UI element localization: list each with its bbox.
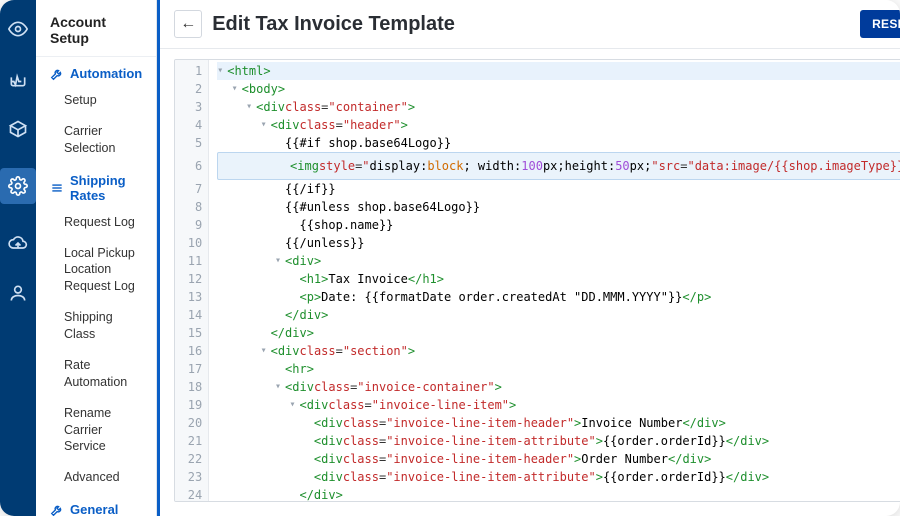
nav-section-general[interactable]: General — [36, 493, 156, 516]
nav-item-local-pickup-location-request-log[interactable]: Local Pickup Location Request Log — [36, 238, 156, 303]
code-line[interactable]: {{shop.name}} — [217, 216, 900, 234]
nav-section-shipping-rates[interactable]: Shipping Rates — [36, 164, 156, 207]
nav-item-shipping-class[interactable]: Shipping Class — [36, 302, 156, 350]
code-line[interactable]: <div class="invoice-line-item-header">In… — [217, 414, 900, 432]
code-line[interactable]: ▾<div class="invoice-container"> — [217, 378, 900, 396]
code-line[interactable]: <div class="invoice-line-item-attribute"… — [217, 468, 900, 486]
code-line[interactable]: </div> — [217, 486, 900, 502]
code-line[interactable]: {{/unless}} — [217, 234, 900, 252]
rail-user-icon[interactable] — [7, 282, 29, 304]
code-line[interactable]: ▾<div> — [217, 252, 900, 270]
page-title: Edit Tax Invoice Template — [212, 13, 850, 36]
topbar: ← Edit Tax Invoice Template RESET DEFAUL… — [160, 0, 900, 49]
nav-item-request-log[interactable]: Request Log — [36, 207, 156, 238]
nav-item-carrier-selection[interactable]: Carrier Selection — [36, 116, 156, 164]
nav-section-label: Automation — [70, 66, 142, 81]
nav-item-advanced[interactable]: Advanced — [36, 462, 156, 493]
icon-rail — [0, 0, 36, 516]
sidebar: Account Setup Automation SetupCarrier Sel… — [36, 0, 157, 516]
code-line[interactable]: {{#if shop.base64Logo}} — [217, 134, 900, 152]
code-line[interactable]: ▾<div class="container"> — [217, 98, 900, 116]
code-line[interactable]: <h1>Tax Invoice</h1> — [217, 270, 900, 288]
code-area[interactable]: ▾<html> ▾<body> ▾<div class="container">… — [209, 60, 900, 501]
code-line[interactable]: ▾<div class="header"> — [217, 116, 900, 134]
rail-cloud-icon[interactable] — [7, 232, 29, 254]
code-line[interactable]: ▾<body> — [217, 80, 900, 98]
code-editor[interactable]: 1234567891011121314151617181920212223242… — [174, 59, 900, 502]
code-line[interactable]: ▾<div class="invoice-line-item"> — [217, 396, 900, 414]
rail-gear-icon[interactable] — [0, 168, 36, 204]
editor-container: 1234567891011121314151617181920212223242… — [160, 49, 900, 516]
action-buttons: RESET DEFAULT PREVIEW SAVE — [860, 10, 900, 38]
app-shell: Account Setup Automation SetupCarrier Sel… — [0, 0, 900, 516]
line-gutter: 1234567891011121314151617181920212223242… — [175, 60, 209, 501]
nav-item-setup[interactable]: Setup — [36, 85, 156, 116]
rail-support-icon[interactable] — [7, 68, 29, 90]
code-line[interactable]: {{#unless shop.base64Logo}} — [217, 198, 900, 216]
code-line[interactable]: {{/if}} — [217, 180, 900, 198]
rail-eye-icon[interactable] — [7, 18, 29, 40]
code-line[interactable]: <hr> — [217, 360, 900, 378]
code-line[interactable]: ▾<div class="section"> — [217, 342, 900, 360]
code-line[interactable]: <div class="invoice-line-item-attribute"… — [217, 432, 900, 450]
code-line[interactable]: <img style="display:block; width:100px;h… — [217, 152, 900, 180]
back-button[interactable]: ← — [174, 10, 202, 38]
sidebar-title: Account Setup — [36, 0, 156, 57]
code-line[interactable]: <p>Date: {{formatDate order.createdAt "D… — [217, 288, 900, 306]
nav-section-label: General — [70, 502, 118, 516]
code-line[interactable]: </div> — [217, 324, 900, 342]
sidebar-nav: Automation SetupCarrier Selection Shipping… — [36, 57, 156, 516]
arrow-left-icon: ← — [180, 15, 196, 33]
nav-section-label: Shipping Rates — [70, 173, 142, 203]
nav-item-rate-automation[interactable]: Rate Automation — [36, 350, 156, 398]
code-line[interactable]: ▾<html> — [217, 62, 900, 80]
reset-default-button[interactable]: RESET DEFAULT — [860, 10, 900, 38]
code-line[interactable]: </div> — [217, 306, 900, 324]
rail-box-icon[interactable] — [7, 118, 29, 140]
nav-item-rename-carrier-service[interactable]: Rename Carrier Service — [36, 398, 156, 463]
nav-section-automation[interactable]: Automation — [36, 57, 156, 85]
main-panel: ← Edit Tax Invoice Template RESET DEFAUL… — [157, 0, 900, 516]
code-line[interactable]: <div class="invoice-line-item-header">Or… — [217, 450, 900, 468]
